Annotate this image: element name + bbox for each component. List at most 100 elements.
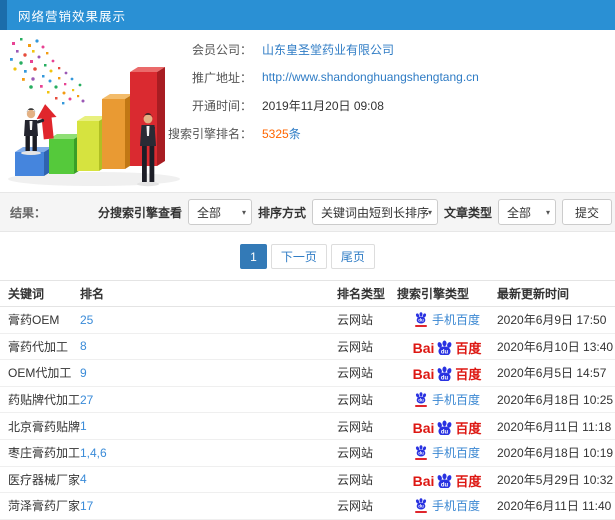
svg-text:du: du [441,349,449,355]
mobile-baidu-badge[interactable]: du 手机百度 [414,497,480,514]
rank-type-cell: 云网站 [337,339,374,354]
article-type-select-value: 全部 [506,205,531,220]
article-type-label: 文章类型 [443,205,492,220]
updated-cell: 2020年5月29日 10:32 [497,472,614,487]
updated-cell: 2020年6月11日 11:40 [497,499,612,514]
rank-link[interactable]: 25 [80,313,93,327]
rank-link[interactable]: 27 [80,393,93,407]
table-header-row: 关键词 排名 排名类型 搜索引擎类型 最新更新时间 [0,280,615,307]
baidu-logo[interactable]: Bai du 百度 [412,418,482,435]
sort-filter-label: 排序方式 [257,205,306,220]
rank-count-value[interactable]: 5325条 [262,125,301,142]
chevron-down-icon: ▾ [545,208,550,217]
keyword-cell: 膏药代加工 [8,339,69,354]
rank-type-cell: 云网站 [337,393,374,408]
rank-link[interactable]: 4 [80,472,87,486]
keyword-cell: 药贴牌代加工 [8,393,80,408]
baidu-paw-icon: du [437,366,452,382]
page-title: 网络营销效果展示 [18,9,127,24]
filter-bar: 结果： 分搜索引擎查看 全部 ▾ 排序方式 关键词由短到长排序 ▾ 文章类型 全… [0,192,615,232]
rank-link[interactable]: 8 [80,339,87,353]
company-label: 会员公司： [191,42,252,57]
header-rank-type: 排名类型 [337,287,386,301]
rank-type-cell: 云网站 [337,366,374,381]
table-row: 药贴牌代加工 27 云网站 du 手机百度 2020年6月18日 10:25 [0,387,615,414]
info-row-open-time: 开通时间： 2019年11月20日 09:08 [158,96,615,114]
account-info: 会员公司： 山东皇圣堂药业有限公司 推广地址： http://www.shand… [158,40,615,152]
keyword-cell: OEM代加工 [8,366,72,381]
baidu-suffix-text: 百度 [455,367,482,382]
baidu-paw-icon: du [437,420,452,435]
mobile-baidu-label: 手机百度 [431,313,480,328]
svg-text:du: du [418,318,424,323]
table-row: 菏泽膏药厂家 17 云网站 du 手机百度 2020年6月11日 11:40 [0,493,615,520]
promo-url-label: 推广地址： [191,70,252,85]
table-row: 膏药代加工 8 云网站 Bai du 百度 2020年6月10日 13:40 [0,334,615,361]
updated-cell: 2020年6月18日 10:25 [497,393,614,408]
result-label: 结果： [10,205,47,220]
submit-button[interactable]: 提交 [561,199,612,225]
rank-link[interactable]: 1 [80,419,87,433]
rank-link[interactable]: 17 [80,499,93,513]
engine-filter-label: 分搜索引擎查看 [97,205,182,220]
updated-cell: 2020年6月5日 14:57 [497,366,607,381]
updated-cell: 2020年6月10日 13:40 [497,339,614,354]
mobile-baidu-paw-icon: du [414,312,428,328]
updated-cell: 2020年6月11日 11:18 [497,419,612,434]
baidu-prefix-text: Bai [412,472,435,488]
rank-type-cell: 云网站 [337,419,374,434]
page-1-button[interactable]: 1 [240,244,267,269]
keyword-cell: 菏泽膏药厂家 [8,499,80,514]
baidu-suffix-text: 百度 [455,340,482,355]
confetti-dots [10,38,85,105]
rank-type-cell: 云网站 [337,472,374,487]
baidu-suffix-text: 百度 [455,473,482,488]
table-row: 膏药OEM 25 云网站 du 手机百度 2020年6月9日 17:50 [0,307,615,334]
rank-link[interactable]: 9 [80,366,87,380]
mobile-baidu-badge[interactable]: du 手机百度 [414,444,480,461]
info-row-rank-count: 搜索引擎排名： 5325条 [158,124,615,142]
info-row-company: 会员公司： 山东皇圣堂药业有限公司 [158,40,615,58]
svg-text:du: du [441,429,449,435]
mobile-baidu-paw-icon: du [414,498,428,514]
rank-type-cell: 云网站 [337,446,374,461]
mobile-baidu-label: 手机百度 [431,446,480,461]
title-bar: 网络营销效果展示 [0,0,615,30]
header-engine-type: 搜索引擎类型 [397,287,470,301]
sort-select[interactable]: 关键词由短到长排序 ▾ [311,199,438,225]
mobile-baidu-badge[interactable]: du 手机百度 [414,311,480,328]
company-link[interactable]: 山东皇圣堂药业有限公司 [262,41,394,58]
baidu-prefix-text: Bai [412,366,435,382]
next-page-button[interactable]: 下一页 [270,244,327,269]
baidu-suffix-text: 百度 [455,420,482,435]
table-row: 医疗器械厂家 4 云网站 Bai du 百度 2020年5月29日 10:32 [0,467,615,494]
baidu-prefix-text: Bai [412,339,435,355]
promo-url-link[interactable]: http://www.shandonghuangshengtang.cn [262,70,479,84]
last-page-button[interactable]: 尾页 [330,244,375,269]
baidu-logo[interactable]: Bai du 百度 [412,471,482,488]
rank-count-number: 5325 [262,126,289,141]
rank-link[interactable]: 1,4,6 [80,446,107,460]
baidu-paw-icon: du [437,340,452,355]
updated-cell: 2020年6月9日 17:50 [497,313,607,328]
baidu-logo[interactable]: Bai du 百度 [412,338,482,355]
article-type-select[interactable]: 全部 ▾ [497,199,556,225]
baidu-logo[interactable]: Bai du 百度 [412,364,482,382]
mobile-baidu-paw-icon: du [414,392,428,408]
bar-orange [102,94,133,169]
mobile-baidu-badge[interactable]: du 手机百度 [414,391,480,408]
keyword-cell: 膏药OEM [8,313,60,328]
rank-type-cell: 云网站 [337,313,374,328]
engine-select[interactable]: 全部 ▾ [187,199,252,225]
header-keyword: 关键词 [8,287,45,301]
table-row: 枣庄膏药加工 1,4,6 云网站 du 手机百度 2020年6月18日 10:1… [0,440,615,467]
rank-count-label: 搜索引擎排名： [167,126,252,141]
updated-cell: 2020年6月18日 10:19 [497,446,614,461]
rank-type-cell: 云网站 [337,499,374,514]
baidu-paw-icon: du [437,473,452,488]
results-table: 关键词 排名 排名类型 搜索引擎类型 最新更新时间 膏药OEM 25 云网站 d… [0,280,615,520]
baidu-prefix-text: Bai [412,419,435,435]
svg-text:du: du [418,504,424,509]
svg-text:du: du [441,376,449,382]
chevron-down-icon: ▾ [427,208,432,217]
